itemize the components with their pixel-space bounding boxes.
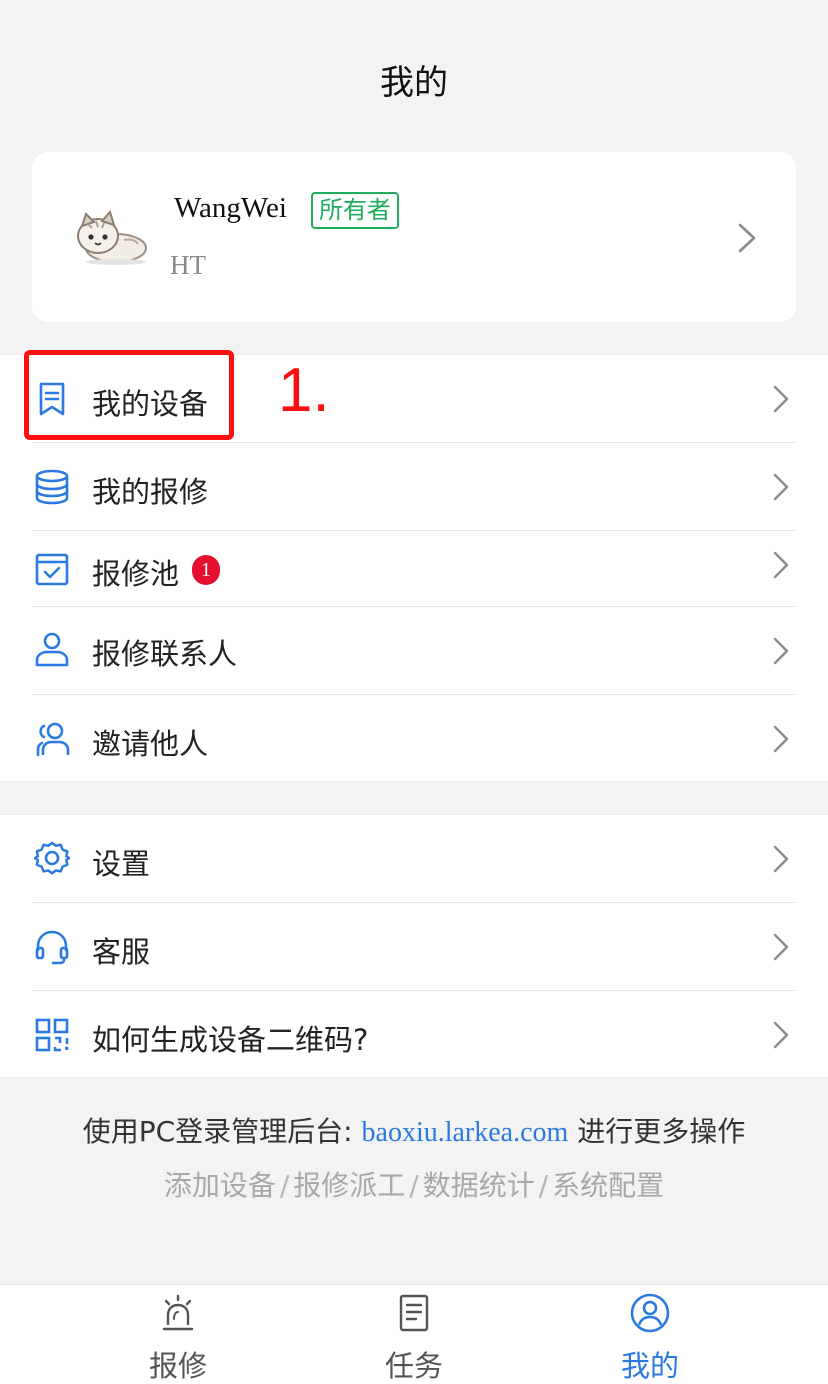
chevron-right-icon [773,845,789,873]
gear-icon [34,841,70,875]
chevron-right-icon [773,1021,789,1049]
footer-suffix: 进行更多操作 [577,1115,746,1148]
feature-item: 报修派工 [293,1169,406,1202]
footer-prefix: 使用PC登录管理后台: [82,1115,353,1148]
chevron-right-icon [773,637,789,665]
menu-item-label: 设置 [92,847,151,881]
page-title: 我的 [380,63,448,103]
profile-organization: HT [170,250,206,280]
tab-label: 任务 [384,1349,443,1383]
tab-mine[interactable]: 我的 [512,1285,788,1384]
chevron-right-icon [773,551,789,579]
admin-site-link[interactable]: baoxiu.larkea.com [362,1117,569,1148]
menu-item-label: 邀请他人 [92,727,209,761]
chevron-right-icon [773,473,789,501]
menu-group-support: 设置 客服 如何生成设备二维码? [0,814,828,1078]
tab-tasks[interactable]: 任务 [276,1285,552,1384]
menu-item-label: 报修联系人 [92,637,238,671]
menu-item-invite-others[interactable]: 邀请他人 [0,695,828,783]
menu-item-label: 报修池 [92,557,180,591]
tab-label: 报修 [148,1349,207,1383]
nav-bar: 我的 [0,0,828,120]
document-icon [399,1294,429,1332]
user-icon [35,632,69,667]
users-icon [36,722,70,757]
chevron-right-icon [773,725,789,753]
menu-item-label: 客服 [92,935,151,969]
feature-item: 数据统计 [422,1169,535,1202]
feature-separator: / [538,1169,549,1202]
profile-card[interactable]: WangWei 所有者 HT [32,152,796,322]
feature-item: 系统配置 [552,1169,665,1202]
footer-note: 使用PC登录管理后台: baoxiu.larkea.com 进行更多操作 [0,1110,828,1150]
tab-label: 我的 [620,1349,679,1383]
profile-name: WangWei [174,192,287,224]
tab-repair[interactable]: 报修 [40,1285,316,1384]
menu-item-customer-service[interactable]: 客服 [0,903,828,991]
menu-item-my-repairs[interactable]: 我的报修 [0,443,828,531]
menu-item-qr-code-help[interactable]: 如何生成设备二维码? [0,991,828,1079]
annotation-step-label: 1. [278,356,330,425]
chevron-right-icon [773,933,789,961]
user-circle-icon [630,1293,670,1333]
calendar-check-icon [35,553,69,586]
footer-feature-list: 添加设备 / 报修派工 / 数据统计 / 系统配置 [0,1164,828,1204]
database-stack-icon [35,469,69,505]
feature-item: 添加设备 [163,1169,276,1202]
feature-separator: / [279,1169,290,1202]
chevron-right-icon [738,223,756,253]
headset-icon [35,930,69,965]
annotation-highlight-box [24,350,234,440]
chevron-right-icon [773,385,789,413]
menu-item-label: 我的报修 [92,475,209,509]
menu-item-settings[interactable]: 设置 [0,815,828,903]
notification-count-badge: 1 [192,555,220,585]
role-badge: 所有者 [311,192,399,229]
feature-separator: / [409,1169,419,1202]
page: 我的 WangWei 所有者 HT 我的设备 我的报修 报修池 1 报修联系人 … [0,0,828,1384]
alarm-light-icon [162,1294,194,1331]
menu-item-repair-pool[interactable]: 报修池 1 [0,531,828,607]
qr-code-icon [35,1018,69,1052]
menu-item-repair-contacts[interactable]: 报修联系人 [0,607,828,695]
bottom-tab-bar: 报修 任务 我的 [0,1284,828,1384]
avatar [77,210,147,265]
menu-item-label: 如何生成设备二维码? [92,1023,369,1057]
